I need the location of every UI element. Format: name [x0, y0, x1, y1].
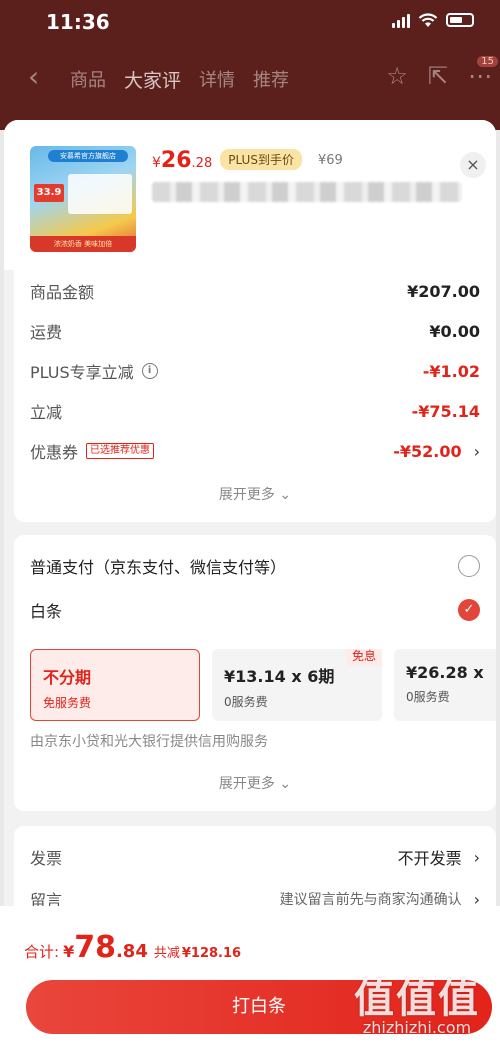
site-watermark: 值值值 zhizhizhi.com: [342, 966, 492, 1037]
product-header: 安慕希官方旗舰店 33.9 浓浓奶香 美味加倍 ¥ 26 .28 PLUS到手价…: [4, 120, 496, 270]
original-price: ¥69: [317, 153, 343, 168]
summary-value: -¥75.14: [411, 401, 480, 421]
chevron-right-icon: ›: [473, 441, 480, 461]
thumb-store-label: 安慕希官方旗舰店: [48, 150, 128, 162]
plus-price-tag: PLUS到手价: [220, 149, 302, 170]
summary-row-instant-discount: 立减 -¥75.14: [30, 401, 480, 423]
summary-row-shipping: 运费 ¥0.00: [30, 321, 480, 343]
payment-method-card: 普通支付（京东支付、微信支付等） 白条 ✓ 不分期 免服务费 免息 ¥13.14…: [14, 535, 496, 811]
payment-option-normal[interactable]: 普通支付（京东支付、微信支付等）: [30, 551, 480, 581]
summary-label: 优惠券: [30, 443, 79, 462]
battery-icon: [446, 13, 474, 27]
radio-unchecked-icon[interactable]: [458, 555, 480, 577]
installment-options: 不分期 免服务费 免息 ¥13.14 x 6期 0服务费 ¥26.28 x 0服…: [30, 649, 496, 721]
total-integer: 78: [74, 930, 116, 965]
price-decimal: .28: [191, 156, 213, 171]
cart-badge: 15: [477, 56, 498, 67]
tab-details[interactable]: 详情: [199, 66, 235, 93]
installment-option-none[interactable]: 不分期 免服务费: [30, 649, 200, 721]
watermark-logo: 值值值: [354, 976, 480, 1022]
price-integer: 26: [160, 148, 192, 173]
wifi-icon: [418, 13, 438, 27]
summary-label: PLUS专享立减: [30, 363, 134, 382]
product-nav-bar: ‹ 商品 大家评 详情 推荐 ☆ ⇱ ⋯ 15: [0, 52, 500, 102]
share-icon[interactable]: ⇱: [428, 62, 448, 90]
radio-checked-icon[interactable]: ✓: [458, 599, 480, 621]
more-icon[interactable]: ⋯ 15: [468, 56, 498, 90]
coupon-tag: 已选推荐优惠: [86, 443, 155, 459]
thumb-price-label: 33.9: [34, 184, 64, 202]
total-row: 合计: ¥ 78 .84 共减 ¥128.16: [24, 930, 241, 965]
star-icon[interactable]: ☆: [386, 62, 408, 90]
status-bar: 11:36: [0, 0, 500, 42]
payment-option-baitiao[interactable]: 白条 ✓: [30, 595, 480, 625]
summary-value: -¥1.02: [422, 361, 480, 381]
invoice-row[interactable]: 发票 不开发票 ›: [30, 842, 480, 872]
close-icon[interactable]: ×: [460, 152, 486, 178]
price-symbol: ¥: [152, 155, 161, 171]
status-time: 11:36: [46, 10, 110, 34]
summary-value: ¥0.00: [429, 321, 480, 341]
expand-more-button[interactable]: 展开更多 ⌄: [14, 773, 496, 793]
watermark-url: zhizhizhi.com: [362, 1018, 472, 1037]
total-symbol: ¥: [63, 942, 75, 961]
installment-option-next[interactable]: ¥26.28 x 0服务费: [394, 649, 496, 721]
signal-icon: [392, 12, 410, 28]
tab-recommend[interactable]: 推荐: [253, 66, 289, 93]
product-title-blurred: [152, 182, 462, 202]
summary-row-coupon[interactable]: 优惠券 已选推荐优惠 -¥52.00 ›: [30, 436, 480, 466]
summary-row-plus-discount: PLUS专享立减 i -¥1.02: [30, 356, 480, 386]
chevron-left-icon[interactable]: ‹: [28, 60, 39, 93]
summary-row-goods-amount: 商品金额 ¥207.00: [30, 281, 480, 303]
saved-label: 共减: [153, 946, 180, 961]
product-thumbnail[interactable]: 安慕希官方旗舰店 33.9 浓浓奶香 美味加倍: [30, 146, 136, 252]
thumb-slogan: 浓浓奶香 美味加倍: [30, 236, 136, 252]
saved-value: ¥128.16: [181, 946, 242, 961]
installment-option-6[interactable]: 免息 ¥13.14 x 6期 0服务费: [212, 649, 382, 721]
tab-reviews[interactable]: 大家评: [124, 66, 181, 93]
checkout-sheet: 安慕希官方旗舰店 33.9 浓浓奶香 美味加倍 ¥ 26 .28 PLUS到手价…: [4, 120, 496, 1043]
invoice-value: 不开发票: [397, 849, 462, 868]
summary-value: -¥52.00: [393, 441, 462, 461]
nav-actions: ☆ ⇱ ⋯ 15: [386, 56, 498, 90]
tab-goods[interactable]: 商品: [70, 66, 106, 93]
info-icon[interactable]: i: [141, 363, 158, 379]
chevron-right-icon: ›: [473, 847, 480, 867]
total-label: 合计:: [24, 943, 60, 961]
product-price-row: ¥ 26 .28 PLUS到手价 ¥69: [152, 148, 343, 173]
status-icons: [392, 12, 474, 28]
thumb-product-box: [68, 174, 132, 214]
summary-value: ¥207.00: [407, 281, 480, 301]
price-summary-card: 商品金额 ¥207.00 运费 ¥0.00 PLUS专享立减 i -¥1.02 立…: [14, 262, 496, 522]
nav-tabs: 商品 大家评 详情 推荐: [70, 66, 307, 93]
interest-free-badge: 免息: [345, 649, 382, 666]
total-decimal: .84: [115, 941, 148, 962]
expand-more-button[interactable]: 展开更多 ⌄: [14, 484, 496, 504]
credit-provider-note: 由京东小贷和光大银行提供信用购服务: [30, 734, 268, 750]
